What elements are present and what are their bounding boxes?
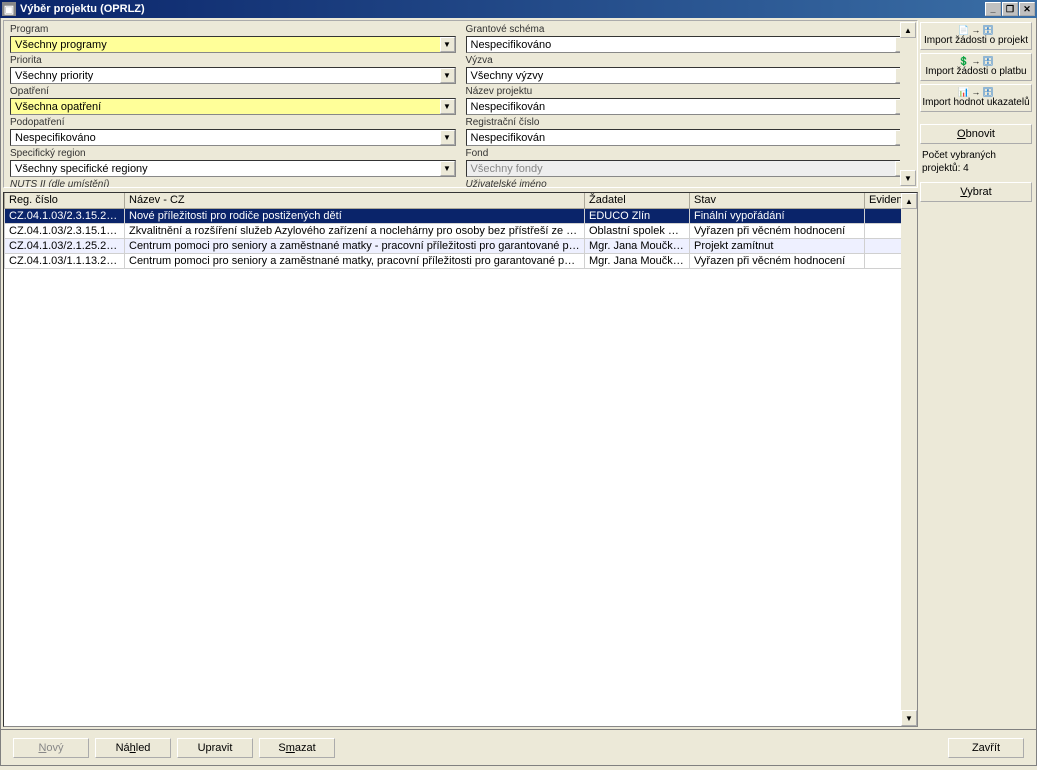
delete-button[interactable]: Smazat bbox=[259, 738, 335, 758]
combo-value: Nespecifikováno bbox=[467, 39, 896, 51]
close-window-button[interactable]: ✕ bbox=[1019, 2, 1035, 16]
titlebar: ▣ Výběr projektu (OPRLZ) _ ❐ ✕ bbox=[0, 0, 1037, 18]
filter-left-0-combo[interactable]: Všechny programy▼ bbox=[10, 36, 456, 53]
combo-value: Všechny priority bbox=[11, 70, 440, 82]
projects-table-area: Reg. číslo Název - CZ Žadatel Stav Evide… bbox=[3, 192, 918, 727]
combo-value: Všechny výzvy bbox=[467, 70, 896, 82]
import-payment-button[interactable]: 💲→🗄 Import žádosti o platbu bbox=[920, 53, 1032, 81]
project-count-text: Počet vybraných projektů: 4 bbox=[922, 149, 1032, 175]
combo-value: Všechny specifické regiony bbox=[11, 163, 440, 175]
import-payment-label: Import žádosti o platbu bbox=[925, 66, 1026, 77]
combo-value: Všechny programy bbox=[11, 39, 440, 51]
import-indicators-label: Import hodnot ukazatelů bbox=[922, 97, 1029, 108]
combo-value: Všechny fondy bbox=[467, 163, 896, 175]
filter-label: Uživatelské jméno bbox=[466, 179, 912, 188]
filter-right-1-combo[interactable]: Všechny výzvy▼ bbox=[466, 67, 912, 84]
filter-right-2-combo[interactable]: Nespecifikován▼ bbox=[466, 98, 912, 115]
col-nazev[interactable]: Název - CZ bbox=[125, 193, 585, 208]
filter-label: Výzva bbox=[466, 55, 912, 66]
table-row[interactable]: CZ.04.1.03/2.3.15.1/0238Zkvalitnění a ro… bbox=[5, 223, 902, 238]
table-row[interactable]: CZ.04.1.03/2.3.15.2/0135Nové příležitost… bbox=[5, 208, 902, 223]
filter-label: Priorita bbox=[10, 55, 456, 66]
filter-label: Název projektu bbox=[466, 86, 912, 97]
chevron-down-icon[interactable]: ▼ bbox=[440, 68, 455, 83]
select-button[interactable]: Vybrat bbox=[920, 182, 1032, 202]
import-project-label: Import žádosti o projekt bbox=[924, 35, 1028, 46]
filter-label: Specifický region bbox=[10, 148, 456, 159]
filter-label: Program bbox=[10, 24, 456, 35]
filter-label: Opatření bbox=[10, 86, 456, 97]
import-indicators-button[interactable]: 📊→🗄 Import hodnot ukazatelů bbox=[920, 84, 1032, 112]
filter-label: Podopatření bbox=[10, 117, 456, 128]
scroll-up-icon[interactable]: ▲ bbox=[901, 193, 917, 209]
sidebar: 📄→🗄 Import žádosti o projekt 💲→🗄 Import … bbox=[920, 18, 1036, 729]
filter-label: NUTS II (dle umístění) bbox=[10, 179, 456, 188]
filter-label: Registrační číslo bbox=[466, 117, 912, 128]
edit-button[interactable]: Upravit bbox=[177, 738, 253, 758]
filter-left-1-combo[interactable]: Všechny priority▼ bbox=[10, 67, 456, 84]
table-row[interactable]: CZ.04.1.03/2.1.25.2/2202Centrum pomoci p… bbox=[5, 238, 902, 253]
col-evid[interactable]: Evidenční číslo žádosti bbox=[865, 193, 902, 208]
combo-value: Nespecifikován bbox=[467, 101, 896, 113]
filter-left-4-combo[interactable]: Všechny specifické regiony▼ bbox=[10, 160, 456, 177]
filter-left-3-combo[interactable]: Nespecifikováno▼ bbox=[10, 129, 456, 146]
bottom-toolbar: Nový Náhled Upravit Smazat Zavřít bbox=[0, 730, 1037, 766]
refresh-button[interactable]: Obnovit bbox=[920, 124, 1032, 144]
col-stav[interactable]: Stav bbox=[690, 193, 865, 208]
import-project-button[interactable]: 📄→🗄 Import žádosti o projekt bbox=[920, 22, 1032, 50]
filter-label: Fond bbox=[466, 148, 912, 159]
chevron-down-icon[interactable]: ▼ bbox=[440, 99, 455, 114]
window-title: Výběr projektu (OPRLZ) bbox=[20, 3, 985, 15]
filter-right-0-combo[interactable]: Nespecifikováno▼ bbox=[466, 36, 912, 53]
filter-right-4-combo[interactable]: Všechny fondy▼ bbox=[466, 160, 912, 177]
minimize-button[interactable]: _ bbox=[985, 2, 1001, 16]
col-zadatel[interactable]: Žadatel bbox=[585, 193, 690, 208]
scroll-down-icon[interactable]: ▼ bbox=[900, 170, 916, 186]
filter-left-2-combo[interactable]: Všechna opatření▼ bbox=[10, 98, 456, 115]
app-icon: ▣ bbox=[2, 2, 16, 16]
scroll-down-icon[interactable]: ▼ bbox=[901, 710, 917, 726]
close-button[interactable]: Zavřít bbox=[948, 738, 1024, 758]
table-row[interactable]: CZ.04.1.03/1.1.13.2/2825Centrum pomoci p… bbox=[5, 253, 902, 268]
restore-button[interactable]: ❐ bbox=[1002, 2, 1018, 16]
filter-right-3-combo[interactable]: Nespecifikován▼ bbox=[466, 129, 912, 146]
new-button[interactable]: Nový bbox=[13, 738, 89, 758]
scroll-up-icon[interactable]: ▲ bbox=[900, 22, 916, 38]
filters-panel: ProgramVšechny programy▼PrioritaVšechny … bbox=[3, 20, 918, 188]
chevron-down-icon[interactable]: ▼ bbox=[440, 161, 455, 176]
chevron-down-icon[interactable]: ▼ bbox=[440, 130, 455, 145]
filter-label: Grantové schéma bbox=[466, 24, 912, 35]
col-reg[interactable]: Reg. číslo bbox=[5, 193, 125, 208]
preview-button[interactable]: Náhled bbox=[95, 738, 171, 758]
combo-value: Nespecifikován bbox=[467, 132, 896, 144]
combo-value: Všechna opatření bbox=[11, 101, 440, 113]
table-scrollbar[interactable]: ▲ ▼ bbox=[901, 193, 917, 726]
combo-value: Nespecifikováno bbox=[11, 132, 440, 144]
chevron-down-icon[interactable]: ▼ bbox=[440, 37, 455, 52]
projects-table[interactable]: Reg. číslo Název - CZ Žadatel Stav Evide… bbox=[4, 193, 901, 269]
filters-scrollbar[interactable]: ▲ ▼ bbox=[900, 22, 916, 186]
